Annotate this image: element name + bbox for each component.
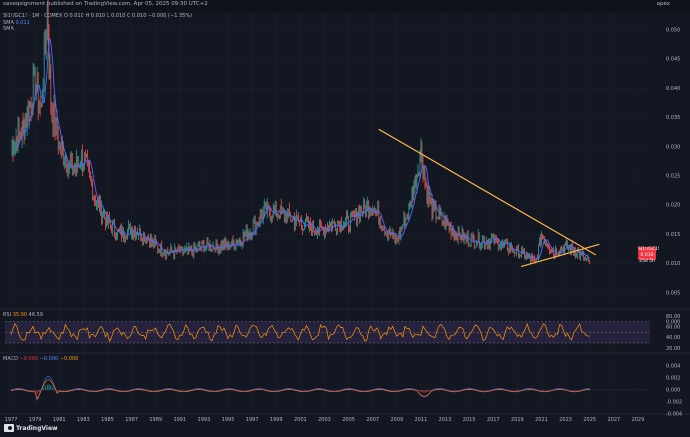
x-tick-label: 2007 — [366, 417, 379, 423]
macd-tick-label: 0.004 — [666, 364, 680, 370]
x-tick-label: 1989 — [149, 417, 162, 423]
rsi-tick-label: 80.00 — [666, 314, 680, 320]
sma-fast-line — [16, 38, 591, 260]
x-tick-label: 1987 — [125, 417, 138, 423]
y-tick-label: 0.010 — [666, 261, 680, 267]
x-tick-label: 1983 — [77, 417, 90, 423]
x-tick-label: 1985 — [101, 417, 114, 423]
x-tick-label: 2013 — [439, 417, 452, 423]
rsi-tick-label: 20.00 — [666, 346, 680, 352]
x-tick-label: 2003 — [318, 417, 331, 423]
y-tick-label: 0.035 — [666, 115, 680, 121]
macd-tick-label: -0.004 — [666, 412, 682, 418]
x-tick-label: 2029 — [632, 417, 645, 423]
y-tick-label: 0.050 — [666, 28, 680, 34]
x-tick-label: 1979 — [29, 417, 42, 423]
x-tick-label: 1997 — [246, 417, 259, 423]
x-tick-label: 2015 — [463, 417, 476, 423]
x-tick-label: 1977 — [5, 417, 18, 423]
y-tick-label: 0.045 — [666, 57, 680, 63]
y-tick-label: 0.040 — [666, 86, 680, 92]
trendline-upper — [378, 128, 597, 256]
macd-tick-label: 0.000 — [666, 388, 680, 394]
x-tick-label: 2025 — [583, 417, 596, 423]
x-tick-label: 2027 — [607, 417, 620, 423]
x-tick-label: 2011 — [415, 417, 428, 423]
x-tick-label: 2023 — [559, 417, 572, 423]
x-tick-label: 2021 — [535, 417, 548, 423]
x-tick-label: 1999 — [270, 417, 283, 423]
y-tick-label: 0.015 — [666, 232, 680, 238]
macd-tick-label: -0.002 — [666, 400, 682, 406]
tradingview-logo-text: TradingView — [16, 424, 58, 432]
x-tick-label: 2019 — [511, 417, 524, 423]
tradingview-logo-icon — [4, 424, 14, 432]
tradingview-logo: TradingView — [4, 424, 58, 432]
x-tick-label: 2005 — [342, 417, 355, 423]
x-tick-label: 1981 — [53, 417, 66, 423]
y-tick-label: 0.020 — [666, 203, 680, 209]
x-tick-label: 1991 — [173, 417, 186, 423]
y-tick-label: 0.005 — [666, 290, 680, 296]
x-tick-label: 1995 — [222, 417, 235, 423]
rsi-tick-label: 40.00 — [666, 335, 680, 341]
rsi-tick-label: 60.00 — [666, 325, 680, 331]
x-tick-label: 2009 — [390, 417, 403, 423]
y-tick-label: 0.025 — [666, 174, 680, 180]
x-tick-label: 2001 — [294, 417, 307, 423]
x-tick-label: 2017 — [487, 417, 500, 423]
price-chart[interactable]: 0.050 0.045 0.040 0.035 0.030 0.025 0.020 0.015… — [0, 0, 690, 437]
x-tick-label: 1993 — [198, 417, 211, 423]
y-tick-label: 0.030 — [666, 144, 680, 150]
macd-tick-label: 0.002 — [666, 376, 680, 382]
